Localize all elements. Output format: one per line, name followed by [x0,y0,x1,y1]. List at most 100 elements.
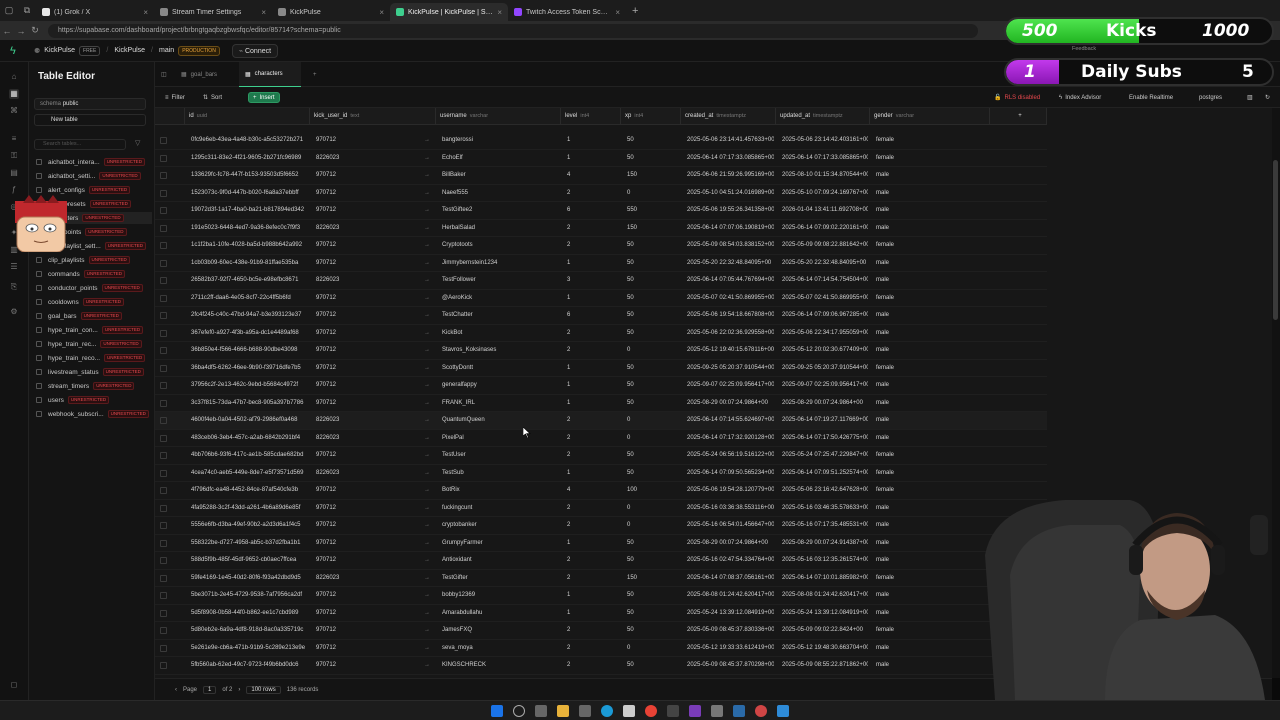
cell-id[interactable]: 4f796dfc-ea48-4452-84ce-87af540cfe3b [191,482,308,499]
search-tables-input[interactable]: Search tables... [34,139,126,150]
foreign-key-arrow-icon[interactable]: → [424,395,430,412]
cell-kick-user-id[interactable]: 970712 [316,377,434,394]
schema-selector[interactable]: schema public [34,98,146,110]
cell-level[interactable]: 2 [567,412,619,429]
cell-level[interactable]: 2 [567,237,619,254]
cell-id[interactable]: 26582b37-92f7-4650-bc5e-e98efbc8671 [191,272,308,289]
api-docs-icon[interactable]: ⎘ [9,282,19,292]
select-all-checkbox[interactable] [155,108,185,125]
cell-username[interactable]: HerbalSalad [442,220,559,237]
cell-level[interactable]: 1 [567,132,619,149]
cell-level[interactable]: 3 [567,272,619,289]
x-app-icon[interactable] [667,705,679,717]
cell-updated-at[interactable]: 2025-06-14 07:09:06.967285+00 [782,307,868,324]
cell-kick-user-id[interactable]: 970712 [316,622,434,639]
row-checkbox[interactable] [160,347,167,354]
foreign-key-arrow-icon[interactable]: → [424,167,430,184]
cell-gender[interactable]: female [876,447,988,464]
reload-icon[interactable]: ↻ [28,25,42,36]
cell-kick-user-id[interactable]: 970712 [316,395,434,412]
sidebar-table-item[interactable]: conductor_points UNRESTRICTED [48,282,152,294]
prev-page-icon[interactable]: ‹ [175,687,177,693]
cell-created-at[interactable]: 2025-06-14 07:09:50.565234+00 [687,465,774,482]
column-header[interactable]: gender varchar [870,108,990,125]
cell-kick-user-id[interactable]: 970712 [316,482,434,499]
cell-id[interactable]: 2711c2ff-daa6-4e05-8cf7-22c4ff5b6fd [191,290,308,307]
table-row[interactable]: 4f796dfc-ea48-4452-84ce-87af540cfe3b 9707… [155,482,1047,500]
cell-level[interactable]: 2 [567,570,619,587]
cell-level[interactable]: 1 [567,360,619,377]
cell-id[interactable]: 191e5023-6448-4ed7-9a36-8efec0c7f9f3 [191,220,308,237]
tab-characters[interactable]: ▦ characters [239,62,301,87]
add-column-button[interactable]: + [990,108,1047,125]
sidebar-table-item[interactable]: stream_timers UNRESTRICTED [48,380,152,392]
cell-updated-at[interactable]: 2025-05-12 19:48:30.663704+00 [782,640,868,657]
cell-kick-user-id[interactable]: 8226023 [316,150,434,167]
functions-icon[interactable]: ƒ [9,185,19,195]
cell-created-at[interactable]: 2025-06-14 07:17:32.920128+00 [687,430,774,447]
cell-level[interactable]: 6 [567,202,619,219]
cell-username[interactable]: KickBot [442,325,559,342]
cell-xp[interactable]: 50 [627,150,679,167]
cell-gender[interactable]: male [876,412,988,429]
sidebar-table-item[interactable]: clip_playlists UNRESTRICTED [48,254,152,266]
cell-created-at[interactable]: 2025-06-14 07:05:44.767694+00 [687,272,774,289]
cell-kick-user-id[interactable]: 8226023 [316,220,434,237]
cell-kick-user-id[interactable]: 970712 [316,640,434,657]
cell-username[interactable]: TestGifter [442,570,559,587]
cell-kick-user-id[interactable]: 970712 [316,447,434,464]
cell-level[interactable]: 2 [567,622,619,639]
cell-created-at[interactable]: 2025-05-09 08:54:03.838152+00 [687,237,774,254]
cell-updated-at[interactable]: 2026-01-04 13:41:11.692708+00 [782,202,868,219]
cell-gender[interactable]: female [876,132,988,149]
foreign-key-arrow-icon[interactable]: → [424,272,430,289]
foreign-key-arrow-icon[interactable]: → [424,570,430,587]
cell-kick-user-id[interactable]: 970712 [316,360,434,377]
cell-xp[interactable]: 50 [627,272,679,289]
table-row[interactable]: 1295c311-83e2-4f21-9605-2b271fc96989 8226… [155,150,1047,167]
cell-created-at[interactable]: 2025-06-14 07:14:55.624697+00 [687,412,774,429]
table-row[interactable]: 1cb03b09-60ec-438e-91b9-81ffae535ba 97071… [155,255,1047,272]
cell-level[interactable]: 1 [567,395,619,412]
cell-level[interactable]: 1 [567,605,619,622]
vscode-icon[interactable] [777,705,789,717]
sidebar-table-item[interactable]: livestream_status UNRESTRICTED [48,366,152,378]
row-checkbox[interactable] [160,277,167,284]
sidebar-table-item[interactable]: webhook_subscri... UNRESTRICTED [48,408,152,420]
cell-id[interactable]: 483ceb06-3eb4-457c-a2ab-6842b291bf4 [191,430,308,447]
table-row[interactable]: 3c37f815-73da-47b7-bec8-905a397b7786 9707… [155,395,1047,412]
table-row[interactable]: 59fe4169-1e45-40d2-80f6-f93a42dbd9d5 8226… [155,570,1047,587]
cell-id[interactable]: 36b850e4-f566-4666-b688-90dbe43098 [191,342,308,359]
row-checkbox[interactable] [160,574,167,582]
foreign-key-arrow-icon[interactable]: → [424,517,430,534]
sql-editor-icon[interactable]: ⌘ [9,106,19,116]
cell-username[interactable]: Cryptotoots [442,237,559,254]
cell-created-at[interactable]: 2025-05-16 03:36:38.553116+00 [687,500,774,517]
cell-updated-at[interactable]: 2025-08-29 00:07:24.914387+00 [782,535,868,552]
foreign-key-arrow-icon[interactable]: → [424,377,430,394]
cell-kick-user-id[interactable]: 970712 [316,605,434,622]
cell-created-at[interactable]: 2025-05-12 19:33:33.612419+00 [687,640,774,657]
cell-username[interactable]: bangterossi [442,132,559,149]
cell-id[interactable]: 36ba4df5-6262-46ee-9b90-f39716dfe7b5 [191,360,308,377]
cell-xp[interactable]: 50 [627,360,679,377]
store-icon[interactable] [623,705,635,717]
app-icon[interactable] [579,705,591,717]
cell-xp[interactable]: 150 [627,167,679,184]
cell-created-at[interactable]: 2025-08-29 00:07:24.9864+00 [687,535,774,552]
foreign-key-arrow-icon[interactable]: → [424,500,430,517]
cell-id[interactable]: 4cea74c0-aeb5-449e-8de7-e5f73571d569 [191,465,308,482]
cell-username[interactable]: cryptobanker [442,517,559,534]
cell-username[interactable]: Antioxidant [442,552,559,569]
browser-tab[interactable]: KickPulse | KickPulse | Supabase× [390,3,508,21]
foreign-key-arrow-icon[interactable]: → [424,220,430,237]
cell-gender[interactable]: male [876,255,988,272]
cell-level[interactable]: 1 [567,465,619,482]
cell-id[interactable]: 5556e6fb-d3ba-49ef-90b2-a2d3d6a1f4c5 [191,517,308,534]
foreign-key-arrow-icon[interactable]: → [424,185,430,202]
cell-username[interactable]: TestFollower [442,272,559,289]
cell-kick-user-id[interactable]: 970712 [316,342,434,359]
cell-kick-user-id[interactable]: 970712 [316,517,434,534]
sidebar-table-item[interactable]: cooldowns UNRESTRICTED [48,296,152,308]
column-header[interactable]: xp int4 [621,108,681,125]
